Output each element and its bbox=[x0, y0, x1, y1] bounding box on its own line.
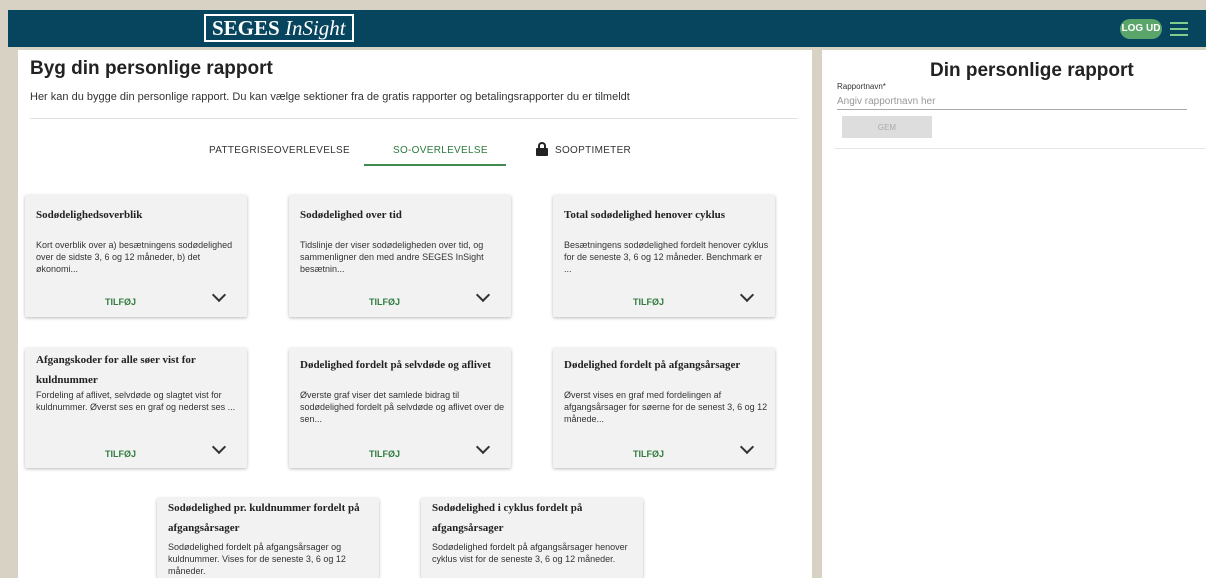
card-description: Øverst vises en graf med fordelingen af … bbox=[564, 390, 768, 424]
report-card: Dødelighed fordelt på selvdøde og aflive… bbox=[289, 348, 511, 468]
active-tab-indicator bbox=[364, 164, 506, 166]
card-title: Sodødelighed i cyklus fordelt på afgangs… bbox=[432, 502, 583, 534]
save-button[interactable]: GEM bbox=[842, 116, 932, 138]
top-navigation-bar: SEGES InSight LOG UD bbox=[8, 10, 1206, 47]
card-description: Tidslinje der viser sodødeligheden over … bbox=[300, 240, 484, 274]
chevron-down-icon[interactable] bbox=[475, 439, 491, 455]
card-description: Øverste graf viser det samlede bidrag ti… bbox=[300, 390, 505, 424]
card-title: Total sodødelighed henover cyklus bbox=[564, 209, 726, 221]
chevron-down-icon[interactable] bbox=[739, 439, 755, 455]
add-button[interactable]: TILFØJ bbox=[369, 297, 400, 307]
card-title: Dødelighed fordelt på afgangsårsager bbox=[564, 359, 741, 371]
report-card: Dødelighed fordelt på afgangsårsager Øve… bbox=[553, 348, 775, 468]
card-title: Sodødelighed over tid bbox=[300, 209, 402, 221]
divider bbox=[30, 118, 798, 119]
card-description: Sodødelighed fordelt på afgangsårsager o… bbox=[168, 542, 346, 576]
report-card: Sodødelighedsoverblik Kort overblik over… bbox=[25, 195, 247, 317]
page-description: Her kan du bygge din personlige rapport.… bbox=[30, 91, 630, 103]
logo-bold-text: SEGES bbox=[212, 16, 280, 40]
chevron-down-icon[interactable] bbox=[211, 287, 227, 303]
personal-report-panel: Din personlige rapport Rapportnavn* GEM bbox=[822, 50, 1206, 578]
card-description: Besætningens sodødelighed fordelt henove… bbox=[564, 240, 769, 274]
chevron-down-icon[interactable] bbox=[475, 287, 491, 303]
menu-line bbox=[1170, 28, 1188, 30]
report-card: Sodødelighed i cyklus fordelt på afgangs… bbox=[421, 498, 643, 578]
hamburger-menu-icon[interactable] bbox=[1170, 22, 1188, 36]
report-card: Sodødelighed pr. kuldnummer fordelt på a… bbox=[157, 498, 379, 578]
card-title: Dødelighed fordelt på selvdøde og aflive… bbox=[300, 359, 491, 371]
add-button[interactable]: TILFØJ bbox=[105, 297, 136, 307]
tab-sooptimeter[interactable]: SOOPTIMETER bbox=[555, 145, 631, 156]
logo-italic-text: InSight bbox=[284, 16, 346, 40]
add-button[interactable]: TILFØJ bbox=[105, 449, 136, 459]
tab-so-overlevelse[interactable]: SO-OVERLEVELSE bbox=[393, 145, 488, 156]
chevron-down-icon[interactable] bbox=[739, 287, 755, 303]
card-title: Sodødelighed pr. kuldnummer fordelt på a… bbox=[168, 502, 360, 534]
panel-title: Din personlige rapport bbox=[930, 60, 1134, 81]
menu-line bbox=[1170, 22, 1188, 24]
add-button[interactable]: TILFØJ bbox=[633, 449, 664, 459]
chevron-down-icon[interactable] bbox=[211, 439, 227, 455]
lock-icon bbox=[536, 142, 548, 156]
add-button[interactable]: TILFØJ bbox=[369, 449, 400, 459]
add-button[interactable]: TILFØJ bbox=[633, 297, 664, 307]
divider bbox=[834, 148, 1206, 149]
card-title: Sodødelighedsoverblik bbox=[36, 209, 143, 221]
card-description: Sodødelighed fordelt på afgangsårsager h… bbox=[432, 542, 628, 564]
tab-pattegriseoverlevelse[interactable]: PATTEGRISEOVERLEVELSE bbox=[209, 145, 350, 156]
report-card: Sodødelighed over tid Tidslinje der vise… bbox=[289, 195, 511, 317]
report-builder-panel: Byg din personlige rapport Her kan du by… bbox=[18, 50, 812, 578]
card-title: Afgangskoder for alle søer vist for kuld… bbox=[36, 354, 196, 386]
seges-insight-logo[interactable]: SEGES InSight bbox=[204, 14, 354, 42]
report-name-label: Rapportnavn* bbox=[837, 82, 886, 91]
report-card: Afgangskoder for alle søer vist for kuld… bbox=[25, 348, 247, 468]
report-name-input[interactable] bbox=[837, 93, 1187, 110]
menu-line bbox=[1170, 34, 1188, 36]
card-description: Fordeling af aflivet, selvdøde og slagte… bbox=[36, 390, 236, 412]
page-title: Byg din personlige rapport bbox=[30, 58, 273, 79]
report-card: Total sodødelighed henover cyklus Besætn… bbox=[553, 195, 775, 317]
logout-button[interactable]: LOG UD bbox=[1120, 19, 1162, 39]
card-description: Kort overblik over a) besætningens sodød… bbox=[36, 240, 233, 274]
